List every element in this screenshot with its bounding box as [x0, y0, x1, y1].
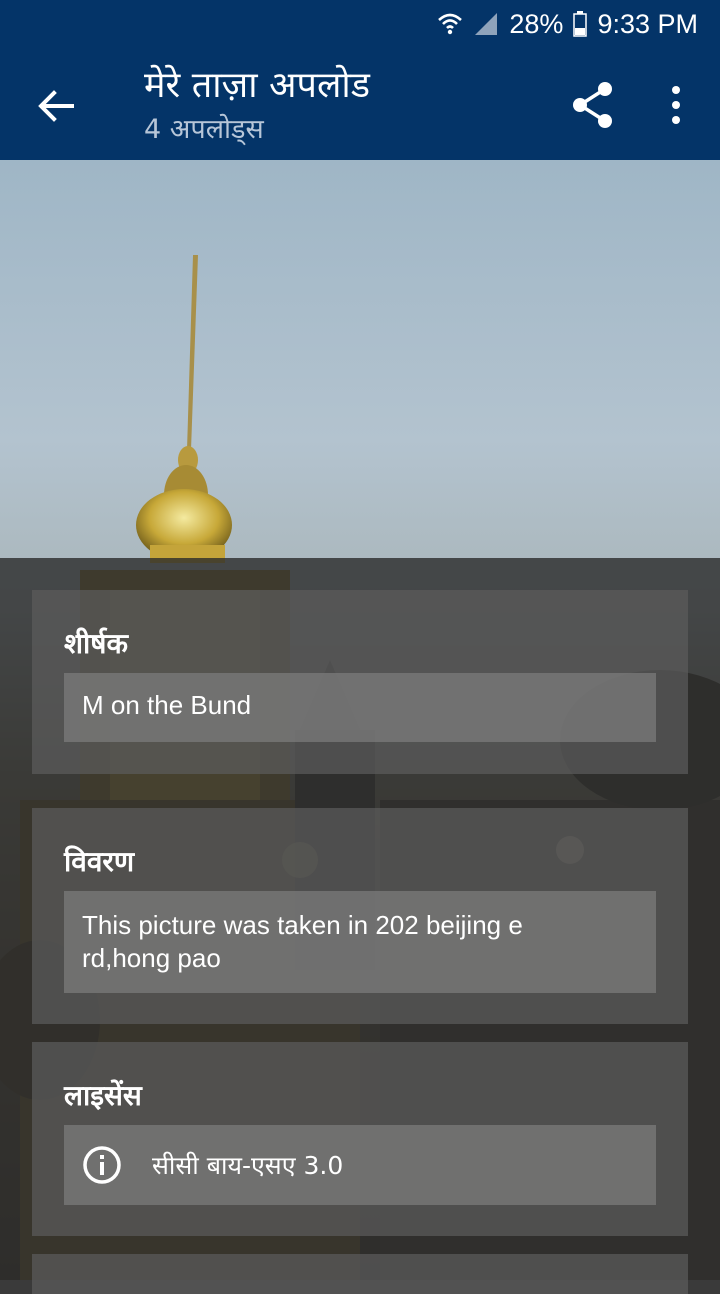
description-field[interactable]: This picture was taken in 202 beijing e … [64, 891, 656, 993]
description-card: विवरण This picture was taken in 202 beij… [32, 808, 688, 1024]
share-icon [573, 82, 612, 128]
more-vert-icon [672, 86, 680, 124]
title-card: शीर्षक M on the Bund [32, 590, 688, 774]
wifi-icon [437, 11, 463, 37]
media-details-panel: शीर्षक M on the Bund विवरण This picture … [0, 558, 720, 1294]
app-bar-titles: मेरे ताज़ा अपलोड 4 अपलोड्स [144, 62, 370, 150]
page-subtitle: 4 अपलोड्स [144, 114, 264, 145]
title-value: M on the Bund [82, 690, 252, 720]
status-bar: 28% 9:33 PM [0, 0, 720, 48]
battery-percent: 28% [509, 8, 564, 39]
title-label: शीर्षक [64, 627, 128, 660]
battery-icon [573, 11, 588, 37]
license-value: सीसी बाय-एसए 3.0 [152, 1150, 344, 1180]
back-arrow-icon [38, 90, 74, 122]
description-line-1: This picture was taken in 202 beijing e [82, 910, 523, 940]
app-bar: मेरे ताज़ा अपलोड 4 अपलोड्स [0, 48, 720, 160]
next-section-card [32, 1254, 688, 1294]
license-card: लाइसेंस सीसी बाय-एसए 3.0 [32, 1042, 688, 1236]
share-button[interactable] [570, 80, 616, 130]
clock: 9:33 PM [597, 8, 698, 39]
back-button[interactable] [34, 84, 78, 128]
page-title: मेरे ताज़ा अपलोड [144, 65, 370, 106]
license-label: लाइसेंस [64, 1079, 142, 1112]
title-field[interactable]: M on the Bund [64, 673, 656, 742]
signal-icon [473, 11, 499, 37]
more-options-button[interactable] [660, 82, 692, 128]
description-label: विवरण [64, 845, 135, 878]
info-icon[interactable] [82, 1145, 122, 1185]
license-field[interactable]: सीसी बाय-एसए 3.0 [64, 1125, 656, 1205]
description-line-2: rd,hong pao [82, 943, 221, 973]
